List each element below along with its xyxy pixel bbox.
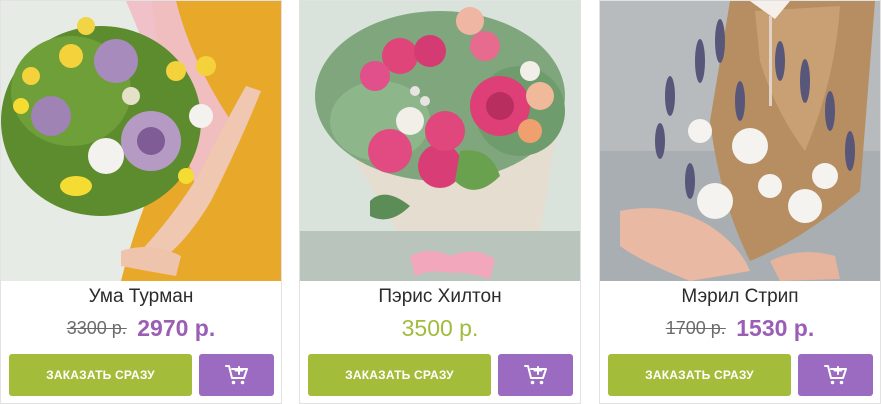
product-title[interactable]: Пэрис Хилтон <box>300 285 580 309</box>
price-block: 3500 р. <box>300 313 580 343</box>
product-title[interactable]: Мэрил Стрип <box>600 285 880 309</box>
order-now-button[interactable]: ЗАКАЗАТЬ СРАЗУ <box>9 354 192 396</box>
product-photo-bouquet[interactable] <box>600 1 880 281</box>
order-now-button[interactable]: ЗАКАЗАТЬ СРАЗУ <box>308 354 491 396</box>
price-block: 1700 р. 1530 р. <box>600 313 880 343</box>
product-card: Мэрил Стрип 1700 р. 1530 р. ЗАКАЗАТЬ СРА… <box>599 0 881 404</box>
add-to-cart-button[interactable] <box>498 354 573 396</box>
add-to-cart-icon <box>224 365 248 385</box>
add-to-cart-icon <box>823 365 847 385</box>
old-price: 3300 р. <box>66 318 127 338</box>
sale-price: 2970 р. <box>137 315 216 341</box>
price-block: 3300 р. 2970 р. <box>1 313 281 343</box>
product-photo-bouquet[interactable] <box>300 1 580 281</box>
add-to-cart-button[interactable] <box>199 354 274 396</box>
price: 3500 р. <box>401 315 479 341</box>
product-card: Ума Турман 3300 р. 2970 р. ЗАКАЗАТЬ СРАЗ… <box>0 0 282 404</box>
sale-price: 1530 р. <box>736 315 815 341</box>
product-title[interactable]: Ума Турман <box>1 285 281 309</box>
order-now-button[interactable]: ЗАКАЗАТЬ СРАЗУ <box>608 354 791 396</box>
add-to-cart-button[interactable] <box>798 354 873 396</box>
old-price: 1700 р. <box>665 318 726 338</box>
product-photo-bouquet[interactable] <box>1 1 281 281</box>
product-card: Пэрис Хилтон 3500 р. ЗАКАЗАТЬ СРАЗУ <box>299 0 581 404</box>
add-to-cart-icon <box>523 365 547 385</box>
